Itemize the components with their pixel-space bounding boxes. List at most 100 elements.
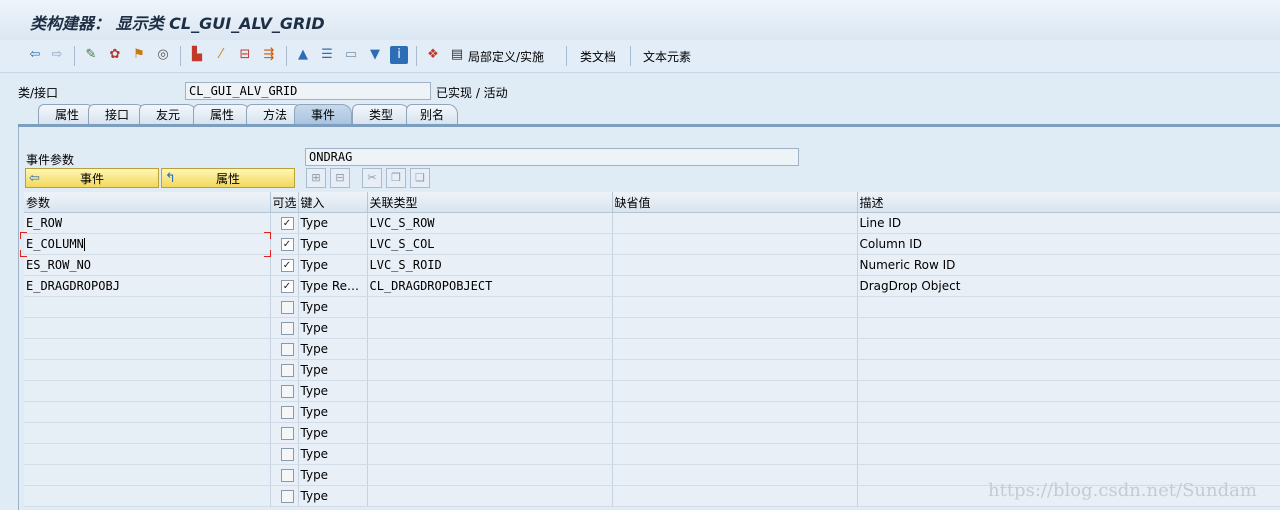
table-row[interactable]: Type xyxy=(24,317,1280,339)
param-cell[interactable]: ES_ROW_NO xyxy=(24,254,271,276)
optional-checkbox[interactable] xyxy=(280,448,294,461)
optional-cell[interactable]: ✓ xyxy=(270,254,299,276)
default-value-cell[interactable] xyxy=(612,443,858,465)
param-cell[interactable] xyxy=(24,464,271,486)
col-header-assoc-type[interactable]: 关联类型 xyxy=(367,192,613,213)
optional-checkbox[interactable]: ✓ xyxy=(280,217,294,230)
assoc-type-cell[interactable] xyxy=(367,443,613,465)
optional-cell[interactable] xyxy=(270,296,299,318)
tab-friends[interactable]: 友元 xyxy=(139,104,197,124)
optional-cell[interactable] xyxy=(270,401,299,423)
table-row[interactable]: Type xyxy=(24,338,1280,360)
event-button[interactable]: ⇦ 事件 xyxy=(25,168,159,188)
typing-cell[interactable]: Type xyxy=(298,233,368,255)
hierarchy-icon[interactable]: ▲ xyxy=(294,46,312,64)
param-cell[interactable] xyxy=(24,443,271,465)
optional-checkbox[interactable] xyxy=(280,427,294,440)
typing-cell[interactable]: Type xyxy=(298,212,368,234)
typing-cell[interactable]: Type xyxy=(298,296,368,318)
assoc-type-cell[interactable] xyxy=(367,485,613,507)
assoc-type-cell[interactable]: LVC_S_COL xyxy=(367,233,613,255)
default-value-cell[interactable] xyxy=(612,254,858,276)
optional-cell[interactable] xyxy=(270,317,299,339)
table-row[interactable]: Type xyxy=(24,296,1280,318)
tab-events[interactable]: 事件 xyxy=(294,104,352,124)
default-value-cell[interactable] xyxy=(612,485,858,507)
class-documentation-button[interactable]: 类文档 xyxy=(580,48,616,65)
event-name-field[interactable]: ONDRAG xyxy=(305,148,799,166)
assoc-type-cell[interactable]: CL_DRAGDROPOBJECT xyxy=(367,275,613,297)
assoc-type-cell[interactable] xyxy=(367,317,613,339)
description-cell[interactable] xyxy=(857,422,1280,444)
table-row[interactable]: E_DRAGDROPOBJ ✓ Type Re… CL_DRAGDROPOBJECT D… xyxy=(24,275,1280,297)
local-definitions-button[interactable]: 局部定义/实施 xyxy=(468,48,544,65)
description-cell[interactable] xyxy=(857,317,1280,339)
table-row[interactable]: Type xyxy=(24,443,1280,465)
paste-icon[interactable]: ❏ xyxy=(410,168,430,188)
typing-cell[interactable]: Type xyxy=(298,422,368,444)
display-object-list-icon[interactable]: ⇶ xyxy=(260,46,278,64)
col-header-description[interactable]: 描述 xyxy=(857,192,1280,213)
table-row[interactable]: Type xyxy=(24,422,1280,444)
tab-aliases[interactable]: 别名 xyxy=(406,104,458,124)
description-cell[interactable]: Line ID xyxy=(857,212,1280,234)
table-row[interactable]: Type xyxy=(24,401,1280,423)
typing-cell[interactable]: Type xyxy=(298,254,368,276)
optional-cell[interactable] xyxy=(270,485,299,507)
assoc-type-cell[interactable] xyxy=(367,296,613,318)
description-cell[interactable] xyxy=(857,296,1280,318)
typing-cell[interactable]: Type xyxy=(298,401,368,423)
where-used-icon[interactable]: ◎ xyxy=(154,46,172,64)
table-row[interactable]: Type xyxy=(24,359,1280,381)
typing-cell[interactable]: Type xyxy=(298,443,368,465)
filter-icon[interactable]: ▼ xyxy=(366,46,384,64)
optional-checkbox[interactable] xyxy=(280,343,294,356)
table-row[interactable]: ES_ROW_NO ✓ Type LVC_S_ROID Numeric Row ID xyxy=(24,254,1280,276)
optional-cell[interactable] xyxy=(270,359,299,381)
typing-cell[interactable]: Type Re… xyxy=(298,275,368,297)
assoc-type-cell[interactable] xyxy=(367,422,613,444)
back-arrow-icon[interactable]: ⇦ xyxy=(26,46,44,64)
attribute-button[interactable]: ↰ 属性 xyxy=(161,168,295,188)
param-cell[interactable] xyxy=(24,401,271,423)
col-header-optional[interactable]: 可选 xyxy=(270,192,299,213)
description-cell[interactable]: Numeric Row ID xyxy=(857,254,1280,276)
table-row[interactable]: Type xyxy=(24,380,1280,402)
display-change-icon[interactable]: ✎ xyxy=(82,46,100,64)
optional-checkbox[interactable] xyxy=(280,406,294,419)
local-def-icon[interactable]: ▤ xyxy=(448,46,466,64)
description-cell[interactable] xyxy=(857,443,1280,465)
default-value-cell[interactable] xyxy=(612,422,858,444)
tab-types[interactable]: 类型 xyxy=(352,104,410,124)
param-cell[interactable]: E_DRAGDROPOBJ xyxy=(24,275,271,297)
optional-cell[interactable]: ✓ xyxy=(270,275,299,297)
default-value-cell[interactable] xyxy=(612,401,858,423)
param-cell[interactable] xyxy=(24,338,271,360)
optional-checkbox[interactable] xyxy=(280,385,294,398)
typing-cell[interactable]: Type xyxy=(298,317,368,339)
class-name-field[interactable]: CL_GUI_ALV_GRID xyxy=(185,82,431,100)
typing-cell[interactable]: Type xyxy=(298,464,368,486)
optional-checkbox[interactable] xyxy=(280,490,294,503)
assoc-type-cell[interactable]: LVC_S_ROW xyxy=(367,212,613,234)
assoc-type-cell[interactable] xyxy=(367,338,613,360)
optional-cell[interactable] xyxy=(270,380,299,402)
param-cell[interactable] xyxy=(24,317,271,339)
delete-row-icon[interactable]: ⊟ xyxy=(330,168,350,188)
optional-checkbox[interactable]: ✓ xyxy=(280,280,294,293)
tab-attributes-2[interactable]: 属性 xyxy=(193,104,251,124)
class-hierarchy-icon[interactable]: ❖ xyxy=(424,46,442,64)
optional-checkbox[interactable] xyxy=(280,469,294,482)
default-value-cell[interactable] xyxy=(612,212,858,234)
optional-cell[interactable]: ✓ xyxy=(270,212,299,234)
assoc-type-cell[interactable] xyxy=(367,464,613,486)
default-value-cell[interactable] xyxy=(612,338,858,360)
insert-row-icon[interactable]: ⊞ xyxy=(306,168,326,188)
table-row[interactable]: E_ROW ✓ Type LVC_S_ROW Line ID xyxy=(24,212,1280,234)
optional-checkbox[interactable] xyxy=(280,364,294,377)
default-value-cell[interactable] xyxy=(612,317,858,339)
description-cell[interactable] xyxy=(857,338,1280,360)
col-header-typing[interactable]: 键入 xyxy=(298,192,368,213)
description-cell[interactable] xyxy=(857,380,1280,402)
assoc-type-cell[interactable]: LVC_S_ROID xyxy=(367,254,613,276)
